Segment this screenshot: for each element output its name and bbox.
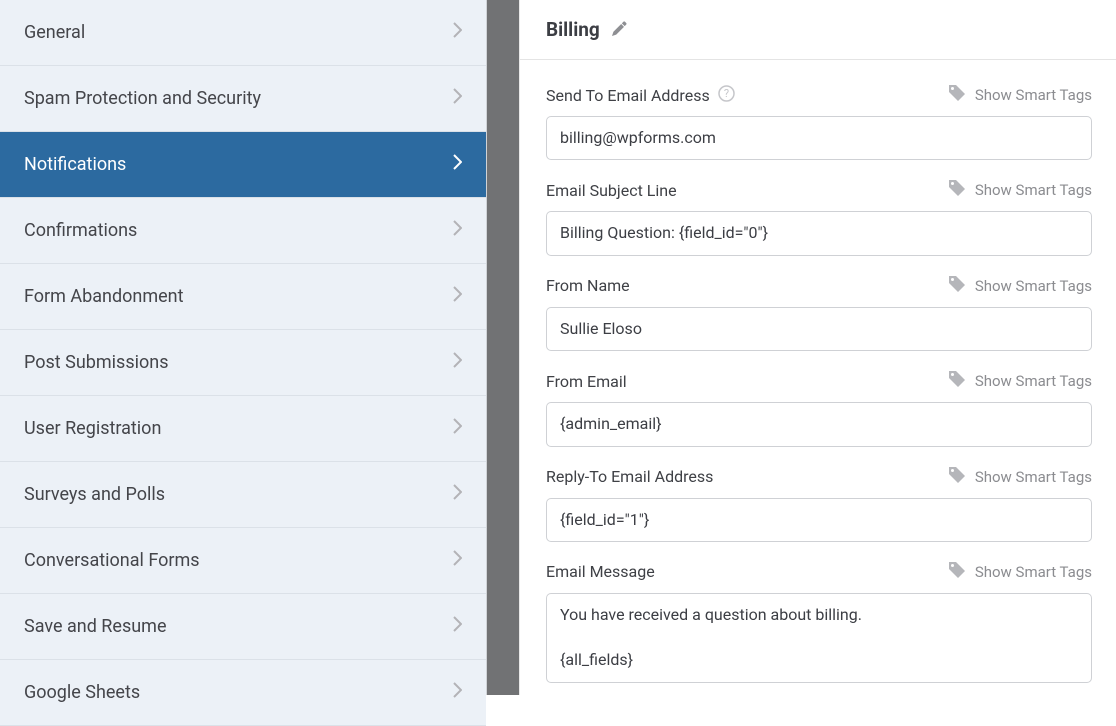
chevron-right-icon bbox=[453, 154, 462, 175]
smart-tags-label: Show Smart Tags bbox=[975, 86, 1092, 104]
show-smart-tags[interactable]: Show Smart Tags bbox=[948, 84, 1092, 106]
chevron-right-icon bbox=[453, 682, 462, 703]
settings-sidebar: General Spam Protection and Security Not… bbox=[0, 0, 487, 695]
sidebar-item-label: General bbox=[24, 22, 85, 43]
notification-settings-panel: Billing Send To Email Address ? Show Sma… bbox=[519, 0, 1116, 695]
field-from-email: From Email Show Smart Tags bbox=[546, 370, 1092, 446]
show-smart-tags[interactable]: Show Smart Tags bbox=[948, 466, 1092, 488]
pencil-icon[interactable] bbox=[612, 18, 627, 41]
smart-tags-label: Show Smart Tags bbox=[975, 372, 1092, 390]
chevron-right-icon bbox=[453, 418, 462, 439]
chevron-right-icon bbox=[453, 220, 462, 241]
field-label-text: Email Subject Line bbox=[546, 181, 677, 200]
section-title: Billing bbox=[546, 18, 600, 41]
subject-input[interactable] bbox=[546, 211, 1092, 255]
show-smart-tags[interactable]: Show Smart Tags bbox=[948, 179, 1092, 201]
tag-icon bbox=[948, 466, 966, 488]
form-body: Send To Email Address ? Show Smart Tags … bbox=[520, 60, 1116, 687]
show-smart-tags[interactable]: Show Smart Tags bbox=[948, 275, 1092, 297]
tag-icon bbox=[948, 179, 966, 201]
sidebar-item-surveys-polls[interactable]: Surveys and Polls bbox=[0, 462, 486, 528]
help-icon[interactable]: ? bbox=[718, 85, 735, 106]
sidebar-item-label: Spam Protection and Security bbox=[24, 88, 261, 109]
sidebar-item-label: Conversational Forms bbox=[24, 550, 200, 571]
section-header: Billing bbox=[520, 0, 1116, 60]
chevron-right-icon bbox=[453, 352, 462, 373]
sidebar-item-label: Save and Resume bbox=[24, 616, 167, 637]
smart-tags-label: Show Smart Tags bbox=[975, 181, 1092, 199]
sidebar-item-label: Post Submissions bbox=[24, 352, 168, 373]
chevron-right-icon bbox=[453, 286, 462, 307]
sidebar-item-spam-protection[interactable]: Spam Protection and Security bbox=[0, 66, 486, 132]
sidebar-item-post-submissions[interactable]: Post Submissions bbox=[0, 330, 486, 396]
sidebar-item-label: User Registration bbox=[24, 418, 161, 439]
sidebar-item-general[interactable]: General bbox=[0, 0, 486, 66]
field-label-text: Send To Email Address bbox=[546, 86, 710, 105]
sidebar-item-notifications[interactable]: Notifications bbox=[0, 132, 486, 198]
sidebar-item-label: Form Abandonment bbox=[24, 286, 183, 307]
panel-divider bbox=[487, 0, 519, 695]
svg-text:?: ? bbox=[724, 87, 729, 100]
smart-tags-label: Show Smart Tags bbox=[975, 563, 1092, 581]
field-subject: Email Subject Line Show Smart Tags bbox=[546, 179, 1092, 255]
field-label-text: Email Message bbox=[546, 562, 655, 581]
show-smart-tags[interactable]: Show Smart Tags bbox=[948, 561, 1092, 583]
sidebar-item-form-abandonment[interactable]: Form Abandonment bbox=[0, 264, 486, 330]
field-label-text: From Email bbox=[546, 372, 627, 391]
chevron-right-icon bbox=[453, 88, 462, 109]
sidebar-item-google-sheets[interactable]: Google Sheets bbox=[0, 660, 486, 726]
field-from-name: From Name Show Smart Tags bbox=[546, 275, 1092, 351]
chevron-right-icon bbox=[453, 22, 462, 43]
sidebar-item-user-registration[interactable]: User Registration bbox=[0, 396, 486, 462]
send-to-input[interactable] bbox=[546, 116, 1092, 160]
sidebar-item-save-resume[interactable]: Save and Resume bbox=[0, 594, 486, 660]
from-email-input[interactable] bbox=[546, 402, 1092, 446]
sidebar-item-conversational-forms[interactable]: Conversational Forms bbox=[0, 528, 486, 594]
email-message-textarea[interactable] bbox=[546, 593, 1092, 683]
smart-tags-label: Show Smart Tags bbox=[975, 277, 1092, 295]
chevron-right-icon bbox=[453, 484, 462, 505]
sidebar-item-label: Google Sheets bbox=[24, 682, 140, 703]
reply-to-input[interactable] bbox=[546, 498, 1092, 542]
sidebar-item-confirmations[interactable]: Confirmations bbox=[0, 198, 486, 264]
sidebar-item-label: Surveys and Polls bbox=[24, 484, 165, 505]
field-email-message: Email Message Show Smart Tags bbox=[546, 561, 1092, 687]
field-label-text: Reply-To Email Address bbox=[546, 467, 713, 486]
tag-icon bbox=[948, 84, 966, 106]
field-label-text: From Name bbox=[546, 276, 630, 295]
chevron-right-icon bbox=[453, 616, 462, 637]
from-name-input[interactable] bbox=[546, 307, 1092, 351]
sidebar-item-label: Confirmations bbox=[24, 220, 137, 241]
show-smart-tags[interactable]: Show Smart Tags bbox=[948, 370, 1092, 392]
field-reply-to: Reply-To Email Address Show Smart Tags bbox=[546, 466, 1092, 542]
sidebar-item-label: Notifications bbox=[24, 154, 126, 175]
tag-icon bbox=[948, 561, 966, 583]
smart-tags-label: Show Smart Tags bbox=[975, 468, 1092, 486]
tag-icon bbox=[948, 370, 966, 392]
chevron-right-icon bbox=[453, 550, 462, 571]
field-send-to: Send To Email Address ? Show Smart Tags bbox=[546, 84, 1092, 160]
tag-icon bbox=[948, 275, 966, 297]
